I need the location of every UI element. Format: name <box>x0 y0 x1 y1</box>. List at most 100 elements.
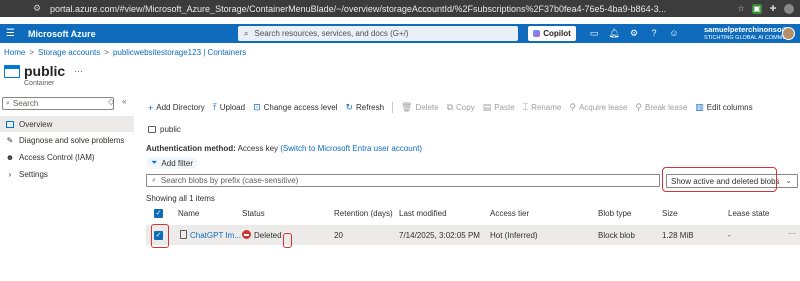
copy-icon: ⧉ <box>446 102 454 112</box>
add-directory-button[interactable]: + Add Directory <box>148 103 205 113</box>
search-icon: ⌕ <box>6 99 10 107</box>
break-lease-button[interactable]: ⚲ Break lease <box>635 102 687 113</box>
plus-icon: + <box>148 102 154 113</box>
file-icon <box>180 230 187 239</box>
access-tier-value: Hot (Inferred) <box>490 231 538 240</box>
extension-icon[interactable]: ▣ <box>752 3 762 14</box>
rename-label: Rename <box>531 103 562 112</box>
switch-auth-link[interactable]: (Switch to Microsoft Entra user account) <box>280 144 422 153</box>
add-filter-button[interactable]: ⏷ Add filter <box>146 157 198 169</box>
acquire-lease-button[interactable]: ⚲ Acquire lease <box>569 102 627 113</box>
column-blob-type[interactable]: Blob type <box>598 209 631 218</box>
cloud-shell-icon[interactable]: ▭ <box>588 27 600 39</box>
add-directory-label: Add Directory <box>156 103 205 112</box>
select-all-checkbox[interactable]: ✓ <box>154 209 163 218</box>
column-name[interactable]: Name <box>178 209 199 218</box>
blob-search-placeholder: Search blobs by prefix (case-sensitive) <box>160 176 299 185</box>
page-subtitle: Container <box>24 80 55 87</box>
avatar[interactable] <box>782 27 795 40</box>
global-search-input[interactable]: ⌕ Search resources, services, and docs (… <box>238 26 518 41</box>
puzzle-icon[interactable]: ✚ <box>768 4 778 14</box>
nav-collapse-icon[interactable]: « <box>122 97 126 106</box>
sidebar-item-iam[interactable]: ☻ Access Control (IAM) <box>0 149 134 165</box>
refresh-icon: ↻ <box>345 102 353 112</box>
sidebar-item-label: Access Control (IAM) <box>19 152 95 162</box>
upload-icon: ⤒ <box>212 102 217 112</box>
filter-icon: ⏷ <box>151 158 158 167</box>
menu-icon[interactable]: ☰ <box>6 28 18 39</box>
break-lease-icon: ⚲ <box>635 102 643 112</box>
auth-label: Authentication method: <box>146 144 236 153</box>
refresh-button[interactable]: ↻ Refresh <box>345 102 384 113</box>
size-value: 1.28 MiB <box>662 231 694 240</box>
rename-button[interactable]: ⌶ Rename <box>523 102 562 113</box>
edit-columns-label: Edit columns <box>706 103 753 112</box>
path-label[interactable]: public <box>160 125 181 134</box>
sidebar-item-overview[interactable]: Overview <box>0 116 134 132</box>
title-more-button[interactable]: ··· <box>74 66 83 76</box>
sidebar-item-label: Overview <box>19 119 53 129</box>
copilot-label: Copilot <box>543 29 571 38</box>
search-icon: ⌕ <box>152 176 156 184</box>
break-lease-label: Break lease <box>645 103 688 112</box>
brand-title[interactable]: Microsoft Azure <box>28 29 96 39</box>
people-icon: ☻ <box>5 152 15 162</box>
row-more-button[interactable]: ··· <box>788 229 796 238</box>
status-highlight-annotation <box>283 233 292 248</box>
column-retention[interactable]: Retention (days) <box>334 209 393 218</box>
sidebar-item-diagnose[interactable]: ✎ Diagnose and solve problems <box>0 132 134 148</box>
folder-icon <box>148 126 156 133</box>
sidebar-item-settings[interactable]: › Settings <box>0 166 134 182</box>
paste-icon: ▤ <box>482 102 492 112</box>
copilot-button[interactable]: Copilot <box>528 26 576 41</box>
blob-name-link[interactable]: ChatGPT Im... <box>190 231 241 240</box>
browser-address-bar: ⚙ portal.azure.com/#view/Microsoft_Azure… <box>0 0 800 17</box>
breadcrumb-home[interactable]: Home <box>4 48 25 57</box>
site-info-icon[interactable]: ⚙ <box>30 2 44 16</box>
feedback-icon[interactable]: ☺ <box>668 27 680 39</box>
table-row[interactable]: ✓ ChatGPT Im... Deleted 20 7/14/2025, 3:… <box>146 225 800 245</box>
column-lease-state[interactable]: Lease state <box>728 209 769 218</box>
command-bar: + Add Directory ⤒ Upload ⊡ Change access… <box>148 102 761 113</box>
paste-button[interactable]: ▤ Paste <box>483 102 515 113</box>
help-icon[interactable]: ? <box>648 27 660 39</box>
auth-value: Access key <box>237 144 279 153</box>
column-size[interactable]: Size <box>662 209 678 218</box>
chevron-down-icon: ⌄ <box>785 176 792 185</box>
chevron-right-icon: › <box>8 169 12 179</box>
column-status[interactable]: Status <box>242 209 265 218</box>
copy-button[interactable]: ⧉ Copy <box>447 102 475 113</box>
change-access-label: Change access level <box>263 103 338 112</box>
settings-icon[interactable]: ⚙ <box>628 27 640 39</box>
delete-button[interactable]: 🗑︎ Delete <box>401 102 439 113</box>
edit-columns-button[interactable]: ▥ Edit columns <box>695 102 752 113</box>
breadcrumb: Home > Storage accounts > publicwebsites… <box>4 48 246 57</box>
url-text[interactable]: portal.azure.com/#view/Microsoft_Azure_S… <box>50 4 690 14</box>
columns-icon: ▥ <box>695 102 704 112</box>
column-last-modified[interactable]: Last modified <box>399 209 447 218</box>
container-icon <box>4 65 20 78</box>
breadcrumb-storage-accounts[interactable]: Storage accounts <box>38 48 100 57</box>
retention-value: 20 <box>334 231 343 240</box>
blob-search-input[interactable]: ⌕ Search blobs by prefix (case-sensitive… <box>146 174 660 187</box>
container-path: public <box>148 125 181 134</box>
change-access-level-button[interactable]: ⊡ Change access level <box>253 102 337 113</box>
upload-button[interactable]: ⤒ Upload <box>213 102 245 113</box>
nav-search-input[interactable]: ⌕ Search <box>2 97 114 110</box>
wrench-icon: ✎ <box>6 135 14 145</box>
checkbox-highlight-annotation <box>151 224 169 248</box>
azure-top-bar: ☰ Microsoft Azure ⌕ Search resources, se… <box>0 24 800 43</box>
profile-icon[interactable] <box>784 3 794 14</box>
upload-label: Upload <box>219 103 246 112</box>
star-icon[interactable]: ☆ <box>736 4 746 14</box>
copilot-icon <box>533 30 541 37</box>
notifications-icon[interactable]: 🔔︎ <box>608 27 620 39</box>
items-count: Showing all 1 items <box>146 194 215 203</box>
breadcrumb-containers[interactable]: publicwebsitestorage123 | Containers <box>113 48 246 57</box>
paste-label: Paste <box>494 103 515 112</box>
page-title: public <box>24 63 66 79</box>
column-access-tier[interactable]: Access tier <box>490 209 529 218</box>
last-modified-value: 7/14/2025, 3:02:05 PM <box>399 231 480 240</box>
nav-reset-icon[interactable]: ◇ <box>108 97 114 106</box>
trash-icon: 🗑︎ <box>401 102 413 112</box>
